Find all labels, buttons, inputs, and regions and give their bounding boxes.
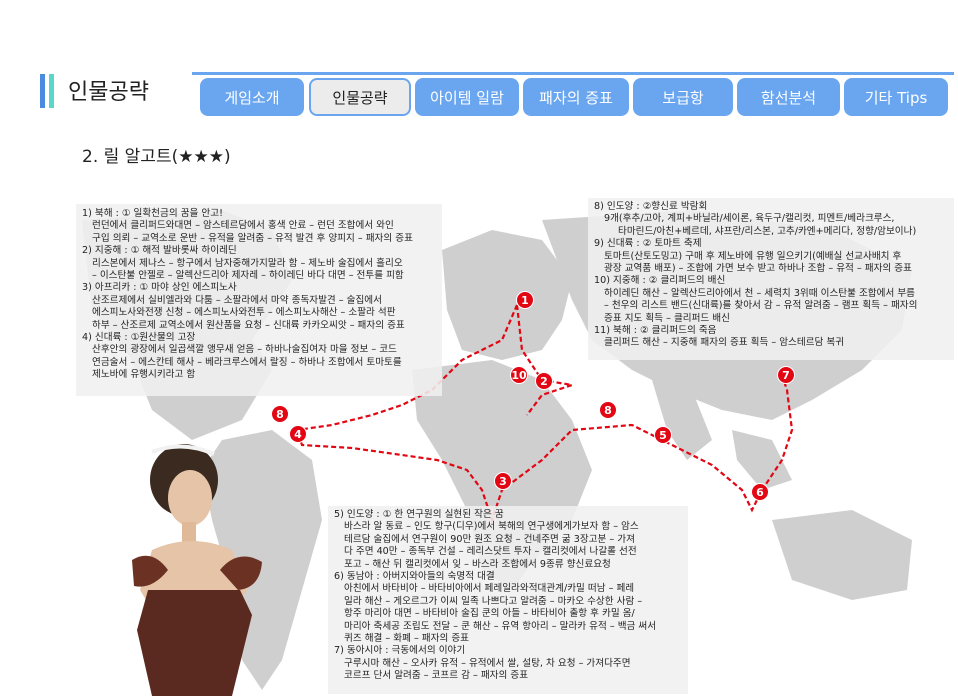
- guide-line: 제노바에 유행시키라고 함: [92, 369, 196, 381]
- guide-line: – 이스탄불 안젤로 – 알렉산드리아 제자레 – 하이레딘 바다 대면 – 전…: [92, 270, 404, 282]
- tab-character-guide[interactable]: 인물공략: [309, 78, 411, 116]
- tab-game-intro[interactable]: 게임소개: [200, 78, 304, 116]
- guide-line: 3) 아프리카 : ① 마야 상인 에스피노사: [82, 282, 237, 294]
- guide-line: 증표 지도 획득 – 클리퍼드 배신: [604, 312, 730, 324]
- tab-champion-token[interactable]: 패자의 증표: [523, 78, 629, 116]
- guide-line: 6) 동남아 : 아버지와아들의 숙명적 대결: [334, 571, 495, 583]
- route-marker-4: 4: [289, 425, 307, 443]
- guide-line: 퀴즈 해결 – 화폐 – 패자의 증표: [344, 633, 469, 645]
- guide-line: 타마린드/아친+베르데, 샤프란/리스본, 고추/카엔+메리다, 정향/암보이나…: [618, 225, 917, 237]
- tab-item-list[interactable]: 아이템 일람: [415, 78, 519, 116]
- route-marker-3: 3: [494, 472, 512, 490]
- guide-line: 리스본에서 제나스 – 항구에서 남자중해가지말라 함 – 제노바 술집에서 흘…: [92, 257, 403, 269]
- guide-line: 다 주면 40만 – 종독부 건설 – 레리스닷트 투자 – 캘리컷에서 나갈롤…: [344, 546, 637, 558]
- guide-line: 코르프 단서 알려줌 – 코프르 감 – 패자의 증표: [344, 670, 529, 682]
- guide-line: 마리아 축세공 조립도 전달 – 쿤 해산 – 유역 항아리 – 말라카 유적 …: [344, 620, 657, 632]
- guide-line: 하부 – 산조르제 교역소에서 원산품을 요청 – 신대륙 카카오씨앗 – 패자…: [92, 319, 405, 331]
- guide-line: 런던에서 클리퍼드와대면 – 암스테르담에서 홍색 안료 – 런던 조합에서 와…: [92, 220, 394, 232]
- guide-line: 바스라 알 동료 – 인도 항구(디우)에서 북해의 연구생에게가보자 함 – …: [344, 521, 639, 533]
- guide-line: 1) 북해 : ① 일확천금의 꿈을 안고!: [82, 208, 223, 219]
- guide-line: 2) 지중해 : ① 해적 발바롯싸 하이레딘: [82, 245, 237, 257]
- guide-box-left: 1) 북해 : ① 일확천금의 꿈을 안고! 런던에서 클리퍼드와대면 – 암스…: [76, 204, 442, 396]
- guide-line: 광장 교역품 배포) – 조합에 가면 보수 받고 하바나 조합 – 유적 – …: [604, 263, 912, 275]
- guide-line: 4) 신대륙 : ①원산물의 고장: [82, 332, 196, 344]
- route-marker-7: 7: [777, 366, 795, 384]
- page-title: 인물공략: [68, 80, 149, 105]
- guide-line: 에스피노사와전쟁 신청 – 에스피노사와전투 – 에스피노사해산 – 소팔라 석…: [92, 307, 396, 319]
- guide-line: 테르담 술집에서 연구원이 90만 원조 요청 – 건네주면 굶 3장고분 – …: [344, 533, 635, 545]
- guide-line: 토마트(산토도밍고) 구매 후 제노바에 유행 일으키기(예배실 선교사배치 후: [604, 250, 902, 262]
- guide-line: 구루시마 해산 – 오사카 유적 – 유적에서 쌀, 설탕, 차 요청 – 가져…: [344, 657, 631, 669]
- guide-box-bottom: 5) 인도양 : ① 한 연구원의 실현된 작은 꿈 바스라 알 동료 – 인도…: [328, 506, 688, 694]
- section-title: 2. 릴 알고트(★★★): [82, 147, 231, 167]
- guide-line: 포고 – 해산 뒤 캘리컷에서 잊 – 바스라 조합에서 9종류 향신료요청: [344, 558, 611, 570]
- guide-line: 7) 동아시아 : 극동에서의 이야기: [334, 645, 466, 657]
- guide-line: 10) 지중해 : ② 클리퍼드의 배신: [594, 275, 726, 287]
- guide-box-right: 8) 인도양 : ②향신료 박람회 9개(후추/고아, 계피+바닐라/세이론, …: [588, 198, 954, 360]
- tab-other-tips[interactable]: 기타 Tips: [844, 78, 948, 116]
- guide-line: 항주 마리아 대면 – 바타비아 술집 쿤의 아들 – 바타비아 출항 후 카밀…: [344, 608, 635, 620]
- guide-line: 클리퍼드 해산 – 지중해 패자의 증표 획득 – 암스테르담 복귀: [604, 337, 845, 349]
- guide-line: 산조르제에서 실비엘라와 다툼 – 소팔라에서 마약 종독자발견 – 술집에서: [92, 294, 382, 306]
- guide-line: 9) 신대륙 : ② 토마트 축제: [594, 238, 702, 250]
- route-marker-10: 10: [510, 366, 528, 384]
- guide-line: 아친에서 바타비아 – 바타비아에서 페레일라와적대관계/카밀 떠남 – 페레: [344, 583, 635, 595]
- guide-line: 하이레딘 해산 – 알렉산드리아에서 천 – 세력치 3위때 이스탄불 조합에서…: [604, 287, 915, 299]
- route-marker-8-west: 8: [271, 405, 289, 423]
- guide-line: 연금술서 – 에스칸테 해사 – 베라크루스에서 랄징 – 하바나 조합에서 토…: [92, 356, 402, 368]
- tab-supply-port[interactable]: 보급항: [633, 78, 733, 116]
- route-marker-2: 2: [535, 372, 553, 390]
- route-marker-1: 1: [516, 291, 534, 309]
- title-accent-bar-secondary: [49, 74, 54, 108]
- route-marker-8-east: 8: [599, 401, 617, 419]
- guide-line: 11) 북해 : ② 클리퍼드의 죽음: [594, 325, 717, 337]
- guide-line: 구입 의뢰 – 교역소로 운반 – 유적을 알려줌 – 유적 발견 후 양피지 …: [92, 232, 413, 244]
- tabs-underline: [192, 72, 954, 75]
- guide-line: 산후안의 광장에서 일곱색깔 앵무새 얻음 – 하바나술집여자 마을 정보 – …: [92, 344, 397, 356]
- guide-line: 8) 인도양 : ②향신료 박람회: [594, 201, 708, 212]
- guide-line: 일라 해산 – 게오르그가 이씨 일족 나쁘다고 알려줌 – 마카오 수상한 사…: [344, 595, 643, 607]
- title-accent-bar: [40, 74, 45, 108]
- guide-line: – 천우의 리스트 밴드(신대륙)를 찾아서 감 – 유적 알려줌 – 램프 획…: [604, 300, 918, 312]
- character-portrait: [132, 444, 262, 696]
- route-marker-6: 6: [751, 483, 769, 501]
- guide-line: 9개(후추/고아, 계피+바닐라/세이론, 육두구/캘리컷, 피멘트/베라크루스…: [604, 213, 895, 225]
- route-marker-5: 5: [654, 426, 672, 444]
- tab-ship-analysis[interactable]: 함선분석: [737, 78, 840, 116]
- guide-line: 5) 인도양 : ① 한 연구원의 실현된 작은 꿈: [334, 509, 504, 520]
